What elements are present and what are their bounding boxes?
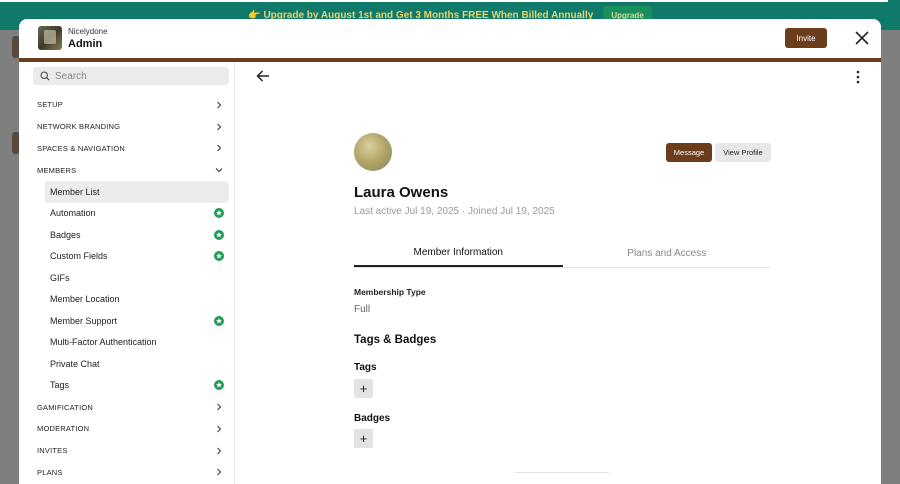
chevron-down-icon	[215, 168, 223, 173]
sidebar-item-label: Private Chat	[50, 358, 100, 369]
profile-tabs: Member Information Plans and Access	[354, 239, 771, 268]
tab-plans-and-access[interactable]: Plans and Access	[563, 239, 772, 267]
add-tag-button[interactable]: +	[354, 379, 373, 398]
sidebar-section-label: PLANS	[37, 467, 63, 477]
message-button[interactable]: Message	[666, 143, 712, 162]
admin-modal: Nicelydone Admin Invite SETUP NETWORK BR…	[19, 19, 881, 484]
chevron-right-icon	[217, 123, 222, 131]
modal-header: Nicelydone Admin Invite	[19, 19, 881, 58]
view-profile-button[interactable]: View Profile	[715, 143, 771, 162]
sidebar-item-member-location[interactable]: Member Location	[45, 289, 229, 311]
star-badge-icon	[214, 208, 224, 219]
sidebar-section-gamification[interactable]: GAMIFICATION	[19, 396, 235, 418]
sidebar-section-members[interactable]: MEMBERS	[19, 159, 235, 181]
invite-button[interactable]: Invite	[785, 28, 827, 48]
close-icon[interactable]	[855, 31, 869, 45]
sidebar-item-label: Member List	[50, 186, 100, 197]
membership-type-label: Membership Type	[354, 287, 426, 297]
sidebar-item-label: Automation	[50, 208, 96, 219]
sidebar-item-member-list[interactable]: Member List	[45, 181, 229, 203]
sidebar-section-label: MEMBERS	[37, 165, 77, 175]
chevron-right-icon	[217, 403, 222, 411]
section-divider	[515, 472, 609, 473]
sidebar-item-label: Tags	[50, 380, 70, 391]
star-badge-icon	[214, 229, 224, 240]
org-logo	[38, 26, 62, 50]
member-name: Laura Owens	[354, 184, 449, 201]
search-icon	[40, 71, 50, 81]
sidebar-item-gifs[interactable]: GIFs	[45, 267, 229, 289]
sidebar-item-label: Multi-Factor Authentication	[50, 337, 157, 348]
sidebar-item-tags[interactable]: Tags	[45, 375, 229, 397]
sidebar-section-label: SETUP	[37, 100, 64, 110]
chevron-right-icon	[217, 425, 222, 433]
sidebar-nav: SETUP NETWORK BRANDING SPACES & NAVIGATI…	[19, 94, 235, 483]
sidebar-item-member-support[interactable]: Member Support	[45, 310, 229, 332]
more-options-icon[interactable]	[856, 70, 860, 84]
sidebar-section-setup[interactable]: SETUP	[19, 94, 235, 116]
sidebar-item-multi-factor-authentication[interactable]: Multi-Factor Authentication	[45, 332, 229, 354]
star-badge-icon	[214, 380, 224, 391]
sidebar-item-label: Badges	[50, 229, 81, 240]
sidebar-section-label: NETWORK BRANDING	[37, 122, 121, 132]
sidebar-item-badges[interactable]: Badges	[45, 224, 229, 246]
chevron-right-icon	[217, 469, 222, 476]
sidebar-section-plans[interactable]: PLANS	[19, 462, 235, 484]
add-badge-button[interactable]: +	[354, 429, 373, 448]
tab-member-information[interactable]: Member Information	[354, 239, 563, 267]
membership-type-value: Full	[354, 304, 371, 315]
back-arrow-icon[interactable]	[256, 69, 270, 83]
search-input[interactable]	[55, 70, 215, 82]
sidebar-section-invites[interactable]: INVITES	[19, 440, 235, 462]
chevron-right-icon	[217, 101, 222, 109]
sidebar-section-label: INVITES	[37, 446, 68, 456]
sidebar-section-label: GAMIFICATION	[37, 402, 94, 412]
sidebar-section-network-branding[interactable]: NETWORK BRANDING	[19, 116, 235, 138]
badges-label: Badges	[354, 413, 391, 424]
member-activity: Last active Jul 19, 2025 · Joined Jul 19…	[354, 206, 555, 217]
tags-label: Tags	[354, 362, 377, 373]
tags-badges-heading: Tags & Badges	[354, 334, 437, 346]
sidebar-item-automation[interactable]: Automation	[45, 203, 229, 225]
member-detail-panel: Message View Profile Laura Owens Last ac…	[236, 62, 881, 484]
sidebar-section-label: MODERATION	[37, 424, 90, 434]
star-badge-icon	[214, 315, 224, 326]
chevron-right-icon	[217, 447, 222, 455]
org-name: Nicelydone	[68, 27, 108, 36]
chevron-right-icon	[217, 145, 222, 152]
modal-title: Admin	[68, 38, 103, 50]
sidebar-section-label: SPACES & NAVIGATION	[37, 143, 125, 153]
sidebar-item-label: Custom Fields	[50, 251, 108, 262]
star-badge-icon	[214, 251, 224, 262]
sidebar-item-label: Member Location	[50, 294, 120, 305]
avatar	[354, 133, 392, 171]
sidebar-item-label: GIFs	[50, 272, 70, 283]
admin-sidebar: SETUP NETWORK BRANDING SPACES & NAVIGATI…	[19, 62, 235, 484]
sidebar-item-private-chat[interactable]: Private Chat	[45, 353, 229, 375]
search-box[interactable]	[33, 67, 229, 85]
sidebar-item-label: Member Support	[50, 315, 118, 326]
sidebar-item-custom-fields[interactable]: Custom Fields	[45, 246, 229, 268]
sidebar-section-spaces-navigation[interactable]: SPACES & NAVIGATION	[19, 138, 235, 160]
banner-top-strip	[0, 0, 888, 2]
sidebar-section-moderation[interactable]: MODERATION	[19, 418, 235, 440]
